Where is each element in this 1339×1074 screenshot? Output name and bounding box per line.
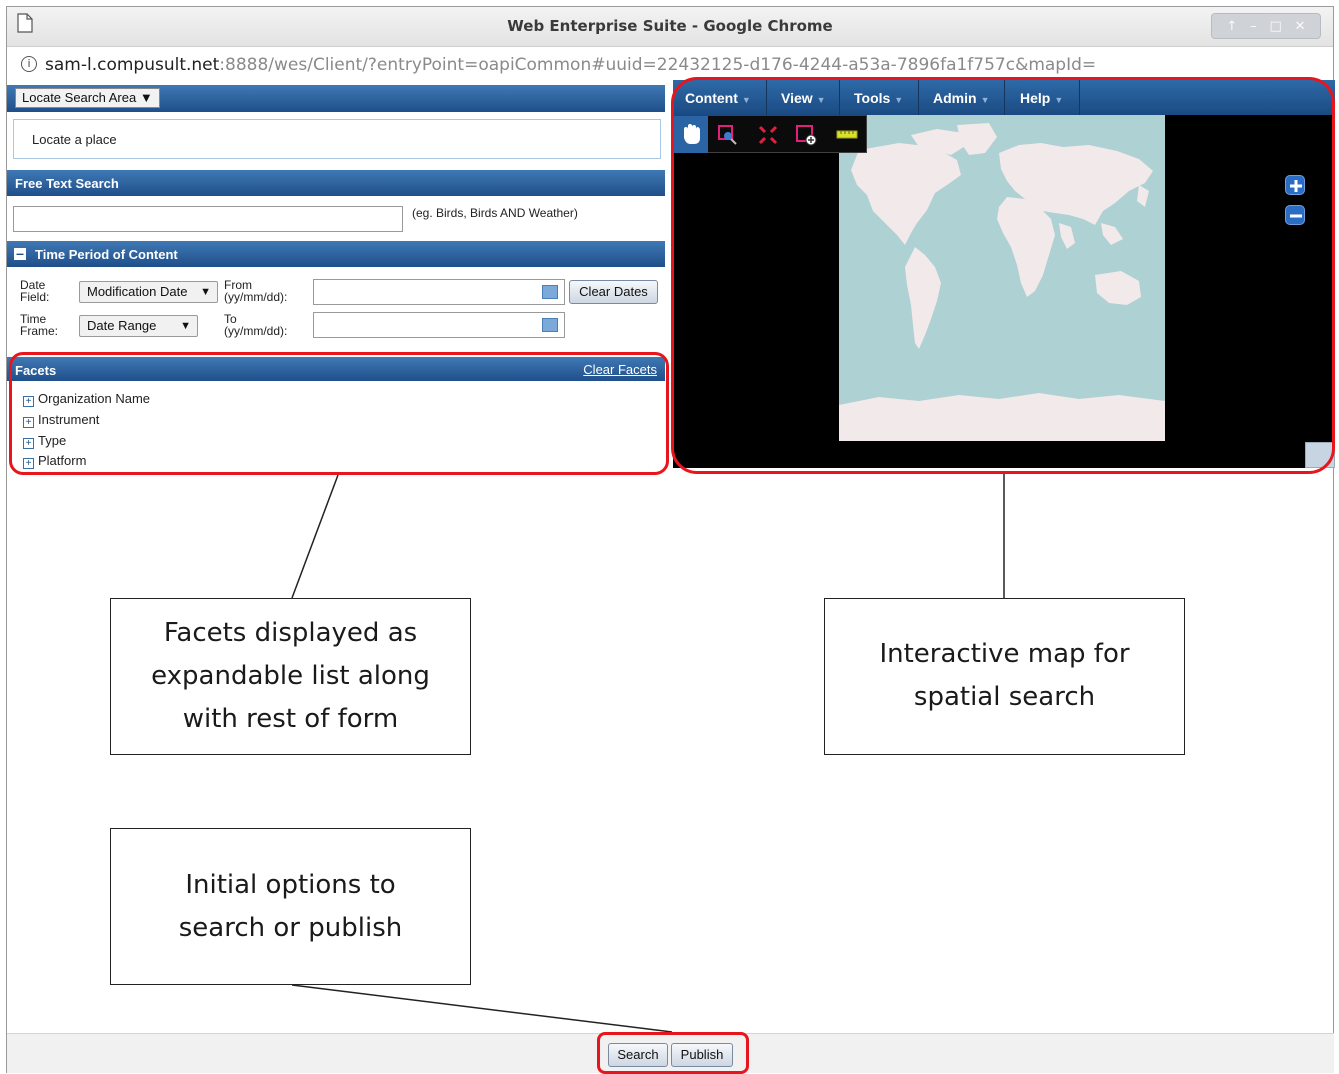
buttons-connector xyxy=(291,984,673,1033)
facets-connector xyxy=(291,474,339,599)
buttons-highlight xyxy=(597,1032,749,1074)
callout-connectors xyxy=(291,474,1005,1033)
